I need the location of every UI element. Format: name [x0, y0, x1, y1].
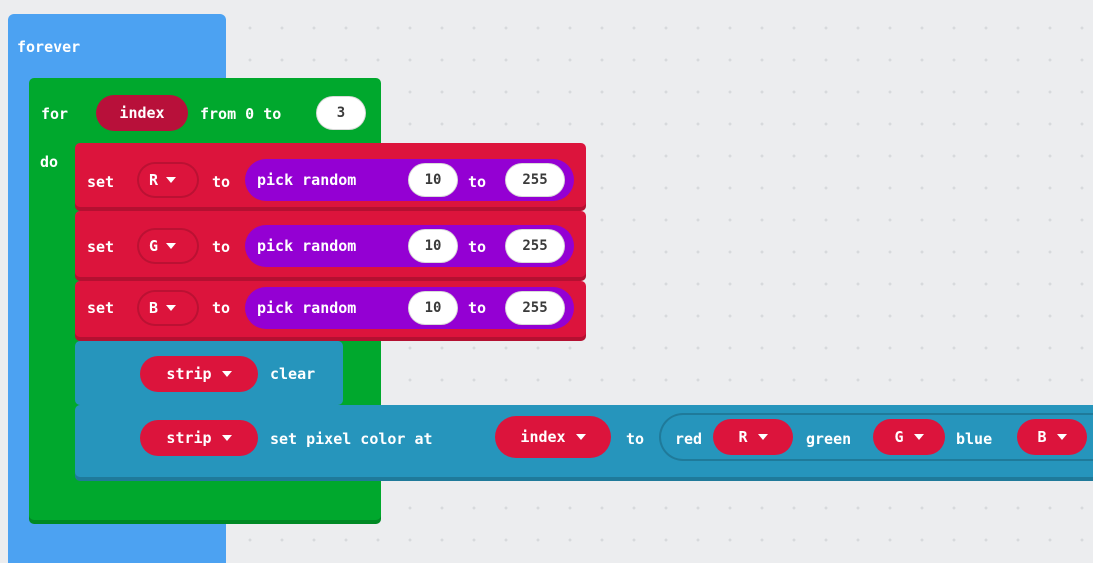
set-b-mid-to-label: to	[468, 299, 487, 317]
set-pixel-strip-dropdown[interactable]: strip	[140, 420, 258, 456]
rgb-blue-variable-dropdown[interactable]: B	[1017, 419, 1087, 455]
set-pixel-action-label: set pixel color at	[270, 430, 433, 448]
set-b-pick-random-label: pick random	[257, 299, 357, 317]
set-r-max-input[interactable]: 255	[505, 163, 565, 197]
set-g-to-label: to	[212, 238, 231, 256]
dropdown-arrow-icon	[221, 435, 232, 441]
set-pixel-index-dropdown[interactable]: index	[495, 416, 611, 458]
set-g-variable-dropdown[interactable]: G	[137, 228, 199, 264]
set-r-pick-random-label: pick random	[257, 171, 357, 189]
rgb-blue-label: blue	[956, 430, 993, 448]
set-b-variable-dropdown[interactable]: B	[137, 290, 199, 326]
set-b-min-input[interactable]: 10	[408, 291, 458, 325]
rgb-blue-variable-name: B	[1037, 428, 1047, 446]
rgb-red-variable-dropdown[interactable]: R	[713, 419, 793, 455]
set-pixel-index-label: index	[520, 428, 566, 446]
loop-end-input[interactable]: 3	[316, 96, 366, 130]
rgb-green-label: green	[806, 430, 852, 448]
set-r-min-input[interactable]: 10	[408, 163, 458, 197]
set-r-variable-name: R	[149, 171, 159, 189]
set-pixel-to-label: to	[626, 430, 645, 448]
dropdown-arrow-icon	[166, 177, 177, 183]
for-label: for	[41, 105, 69, 123]
dropdown-arrow-icon	[1056, 434, 1067, 440]
index-variable-pill[interactable]: index	[96, 95, 188, 131]
set-g-set-label: set	[87, 238, 115, 256]
do-label: do	[40, 153, 59, 171]
dropdown-arrow-icon	[757, 434, 768, 440]
forever-label: forever	[17, 38, 81, 56]
rgb-red-variable-name: R	[738, 428, 748, 446]
dropdown-arrow-icon	[913, 434, 924, 440]
rgb-green-variable-name: G	[894, 428, 904, 446]
set-b-variable-name: B	[149, 299, 159, 317]
set-g-max-input[interactable]: 255	[505, 229, 565, 263]
rgb-green-variable-dropdown[interactable]: G	[873, 419, 945, 455]
strip-clear-strip-label: strip	[166, 365, 212, 383]
rgb-red-label: red	[675, 430, 703, 448]
dropdown-arrow-icon	[575, 434, 586, 440]
set-g-min-input[interactable]: 10	[408, 229, 458, 263]
dropdown-arrow-icon	[221, 371, 232, 377]
blocks-workspace[interactable]: forever for index from 0 to 3 do set R t…	[0, 0, 1093, 563]
set-r-set-label: set	[87, 173, 115, 191]
strip-clear-strip-dropdown[interactable]: strip	[140, 356, 258, 392]
set-pixel-strip-label: strip	[166, 429, 212, 447]
dropdown-arrow-icon	[166, 243, 177, 249]
set-r-to-label: to	[212, 173, 231, 191]
set-b-max-input[interactable]: 255	[505, 291, 565, 325]
set-g-mid-to-label: to	[468, 238, 487, 256]
from-to-label: from 0 to	[200, 105, 282, 123]
set-r-variable-dropdown[interactable]: R	[137, 162, 199, 198]
set-b-to-label: to	[212, 299, 231, 317]
set-g-pick-random-label: pick random	[257, 237, 357, 255]
set-g-variable-name: G	[149, 237, 159, 255]
set-r-mid-to-label: to	[468, 173, 487, 191]
index-variable-label: index	[119, 104, 165, 122]
strip-clear-action-label: clear	[270, 365, 316, 383]
set-b-set-label: set	[87, 299, 115, 317]
dropdown-arrow-icon	[166, 305, 177, 311]
